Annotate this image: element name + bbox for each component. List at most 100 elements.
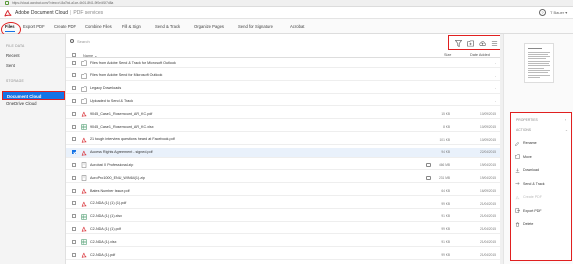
table-row[interactable]: 9045_Case1_Rosemount_AR_KC.pdf 15 KB 10/09… <box>66 109 503 120</box>
file-name[interactable]: C2-NDA (1).xlsx <box>90 240 116 244</box>
file-name[interactable]: Bates Number Issue.pdf <box>90 189 130 193</box>
select-all-checkbox[interactable] <box>72 52 76 57</box>
file-name[interactable]: Acrobat X Professional.zip <box>90 163 133 167</box>
action-label: Export PDF <box>523 208 542 213</box>
file-date-added: 10/09/2015 <box>480 124 496 129</box>
action-export-pdf[interactable]: Export PDF <box>515 207 569 216</box>
url-text[interactable]: https://cloud.acrobat.com/?view=rl-8a7bd… <box>12 1 113 5</box>
browser-url-bar[interactable]: https://cloud.acrobat.com/?view=rl-8a7bd… <box>0 0 573 7</box>
file-name[interactable]: C2-NDA (1) (1).xlsx <box>90 214 122 218</box>
row-checkbox[interactable] <box>72 162 76 167</box>
table-row[interactable]: Acrobat X Professional.zip 466 MB 19/04/20… <box>66 160 503 171</box>
tab-organize-pages[interactable]: Organize Pages <box>194 24 224 29</box>
upload-icon[interactable] <box>479 40 486 47</box>
app-section: PDF services <box>73 10 104 16</box>
row-checkbox[interactable] <box>72 226 76 231</box>
column-date-added[interactable]: Date Added <box>470 53 490 57</box>
pdf-file-icon <box>81 150 87 156</box>
table-row[interactable]: Legacy Downloads - <box>66 84 503 94</box>
table-row[interactable]: C2-NDA (1) (1).xlsx 91 KB 21/04/2015 <box>66 212 503 222</box>
action-delete[interactable]: Delete <box>515 220 569 229</box>
table-row[interactable]: 21 tough interview questions heard at Fa… <box>66 135 503 145</box>
chevron-down-icon[interactable]: ⌄ <box>565 128 568 132</box>
new-folder-icon[interactable] <box>467 40 474 47</box>
table-row[interactable]: C2-NDA (1).xlsx 91 KB 21/04/2015 <box>66 237 503 248</box>
sidebar-item-sent[interactable]: Sent <box>6 63 15 68</box>
file-name[interactable]: Files from Adobe Send for Microsoft Outl… <box>90 73 162 77</box>
filter-icon[interactable] <box>455 40 462 47</box>
sidebar-item-label: Document Cloud <box>7 93 42 99</box>
file-name[interactable]: Legacy Downloads <box>90 86 121 90</box>
file-name[interactable]: AcroPro1000_ENU_WIN64(1).zip <box>90 176 145 180</box>
row-checkbox[interactable] <box>72 252 76 257</box>
thumbnail-line <box>528 75 550 76</box>
sidebar-item-document-cloud[interactable]: Document Cloud <box>2 91 65 100</box>
row-checkbox[interactable] <box>72 201 76 206</box>
row-checkbox[interactable] <box>72 137 76 142</box>
xls-file-icon <box>81 239 87 245</box>
help-icon[interactable]: ? <box>539 9 546 16</box>
table-row[interactable]: AcroPro1000_ENU_WIN64(1).zip 231 MB 19/04/… <box>66 173 503 184</box>
row-checkbox[interactable] <box>72 214 76 219</box>
table-row[interactable]: Files from Adobe Send for Microsoft Outl… <box>66 71 503 81</box>
tab-export-pdf[interactable]: Export PDF <box>23 24 45 29</box>
file-size: 466 MB <box>439 163 450 168</box>
file-name[interactable]: Uploaded to Send & Track <box>90 99 133 103</box>
table-row[interactable]: Access Rights Agreement - signed.pdf 94 K… <box>66 147 503 158</box>
table-row[interactable]: Bates Number Issue.pdf 64 KB 16/09/2015 <box>66 186 503 196</box>
sidebar-item-recent[interactable]: Recent <box>6 53 20 58</box>
table-row[interactable]: Uploaded to Send & Track - <box>66 96 503 107</box>
action-move[interactable]: Move <box>515 153 569 162</box>
table-row[interactable]: C2-NDA (1) (1) (1).pdf 99 KB 21/04/2015 <box>66 199 503 209</box>
row-checkbox[interactable] <box>72 60 76 65</box>
thumbnail-line <box>528 70 550 71</box>
row-checkbox[interactable] <box>72 111 76 116</box>
row-checkbox[interactable] <box>72 124 76 129</box>
action-download[interactable]: Download <box>515 166 569 175</box>
sidebar-item-onedrive[interactable]: OneDrive Cloud <box>6 101 37 106</box>
action-create-pdf: Create PDF <box>515 193 569 202</box>
folder-file-icon <box>81 73 87 79</box>
file-name[interactable]: C2-NDA (1) (1).pdf <box>90 227 121 231</box>
menu-icon[interactable] <box>491 40 498 47</box>
column-size[interactable]: Size <box>444 53 451 57</box>
file-name[interactable]: 9045_Case1_Rosemount_AR_KC.xlsx <box>90 125 154 129</box>
action-rename[interactable]: Rename <box>515 139 569 148</box>
row-checkbox[interactable] <box>72 86 76 91</box>
row-checkbox[interactable] <box>72 150 76 155</box>
tab-send-track[interactable]: Send & Track <box>155 24 180 29</box>
row-checkbox[interactable] <box>72 239 76 244</box>
row-checkbox[interactable] <box>72 175 76 180</box>
table-row[interactable]: Files from Adobe Send & Track for Micros… <box>66 58 503 68</box>
tab-combine-files[interactable]: Combine Files <box>85 24 112 29</box>
file-name[interactable]: 9045_Case1_Rosemount_AR_KC.pdf <box>90 112 152 116</box>
row-checkbox[interactable] <box>72 188 76 193</box>
file-date-added: 10/09/2015 <box>480 111 496 116</box>
properties-heading[interactable]: PROPERTIES <box>516 118 538 122</box>
chevron-right-icon[interactable]: › <box>565 118 566 122</box>
tab-acrobat[interactable]: Acrobat <box>290 24 304 29</box>
file-date-added: 21/04/2015 <box>480 214 496 219</box>
file-name[interactable]: 21 tough interview questions heard at Fa… <box>90 137 175 141</box>
file-name[interactable]: C2-NDA (1) (1) (1).pdf <box>90 201 126 205</box>
tab-send-for-signature[interactable]: Send for Signature <box>238 24 273 29</box>
file-size: 91 KB <box>441 214 450 219</box>
action-send[interactable]: Send & Track <box>515 180 569 189</box>
file-size: 8 KB <box>443 124 450 129</box>
actions-heading[interactable]: ACTIONS <box>516 128 531 132</box>
row-checkbox[interactable] <box>72 98 76 103</box>
file-name[interactable]: Access Rights Agreement - signed.pdf <box>90 150 153 154</box>
file-name[interactable]: C2-NDA (1).pdf <box>90 253 115 257</box>
table-row[interactable]: C2-NDA (1) (1).pdf 99 KB 21/04/2015 <box>66 224 503 235</box>
file-size: 94 KB <box>441 150 450 155</box>
tab-fill-sign[interactable]: Fill & Sign <box>122 24 141 29</box>
search-input[interactable]: Search <box>77 39 90 44</box>
file-name[interactable]: Files from Adobe Send & Track for Micros… <box>90 61 176 65</box>
row-checkbox[interactable] <box>72 73 76 78</box>
tab-create-pdf[interactable]: Create PDF <box>54 24 76 29</box>
user-menu[interactable]: T Bauer ▾ <box>550 10 567 15</box>
table-row[interactable]: 9045_Case1_Rosemount_AR_KC.xlsx 8 KB 10/09… <box>66 122 503 132</box>
column-name[interactable]: Name ⌄ <box>83 53 97 58</box>
table-header: Name ⌄ Size Date Added <box>66 51 503 58</box>
table-row[interactable]: C2-NDA (1).pdf 99 KB 21/04/2015 <box>66 250 503 260</box>
